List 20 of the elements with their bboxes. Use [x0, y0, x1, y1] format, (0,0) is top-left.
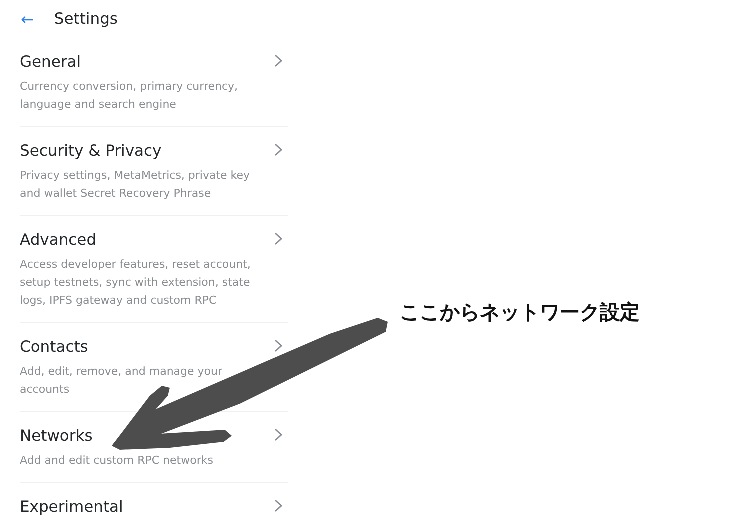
setting-title[interactable]: General: [20, 50, 82, 74]
setting-description: Access developer features, reset account, setup testnets, sync with extension, state logs, IPFS gateway and custom RPC: [20, 257, 252, 309]
page-title: Settings: [54, 10, 118, 28]
setting-description: Add and edit custom RPC networks: [20, 453, 214, 469]
setting-title[interactable]: Contacts: [20, 335, 88, 359]
back-button[interactable]: ←: [21, 10, 34, 28]
setting-title[interactable]: Experimental: [20, 495, 124, 519]
setting-description: Add, edit, remove, and manage your accounts: [20, 364, 224, 398]
setting-title[interactable]: Advanced: [20, 228, 97, 252]
chevron-icon: [274, 499, 283, 513]
chevron-icon: [274, 54, 283, 68]
setting-title[interactable]: Networks: [20, 424, 93, 448]
chevron-icon: [274, 339, 283, 353]
chevron-icon: [274, 232, 283, 246]
annotation-text: ここからネットワーク設定: [400, 299, 640, 326]
chevron-icon: [274, 143, 283, 157]
setting-title[interactable]: Security & Privacy: [20, 139, 162, 163]
setting-description: Privacy settings, MetaMetrics, private key and wallet Secret Recovery Phrase: [20, 168, 252, 202]
setting-description: Currency conversion, primary currency, language and search engine: [20, 79, 240, 113]
chevron-icon: [274, 428, 283, 442]
